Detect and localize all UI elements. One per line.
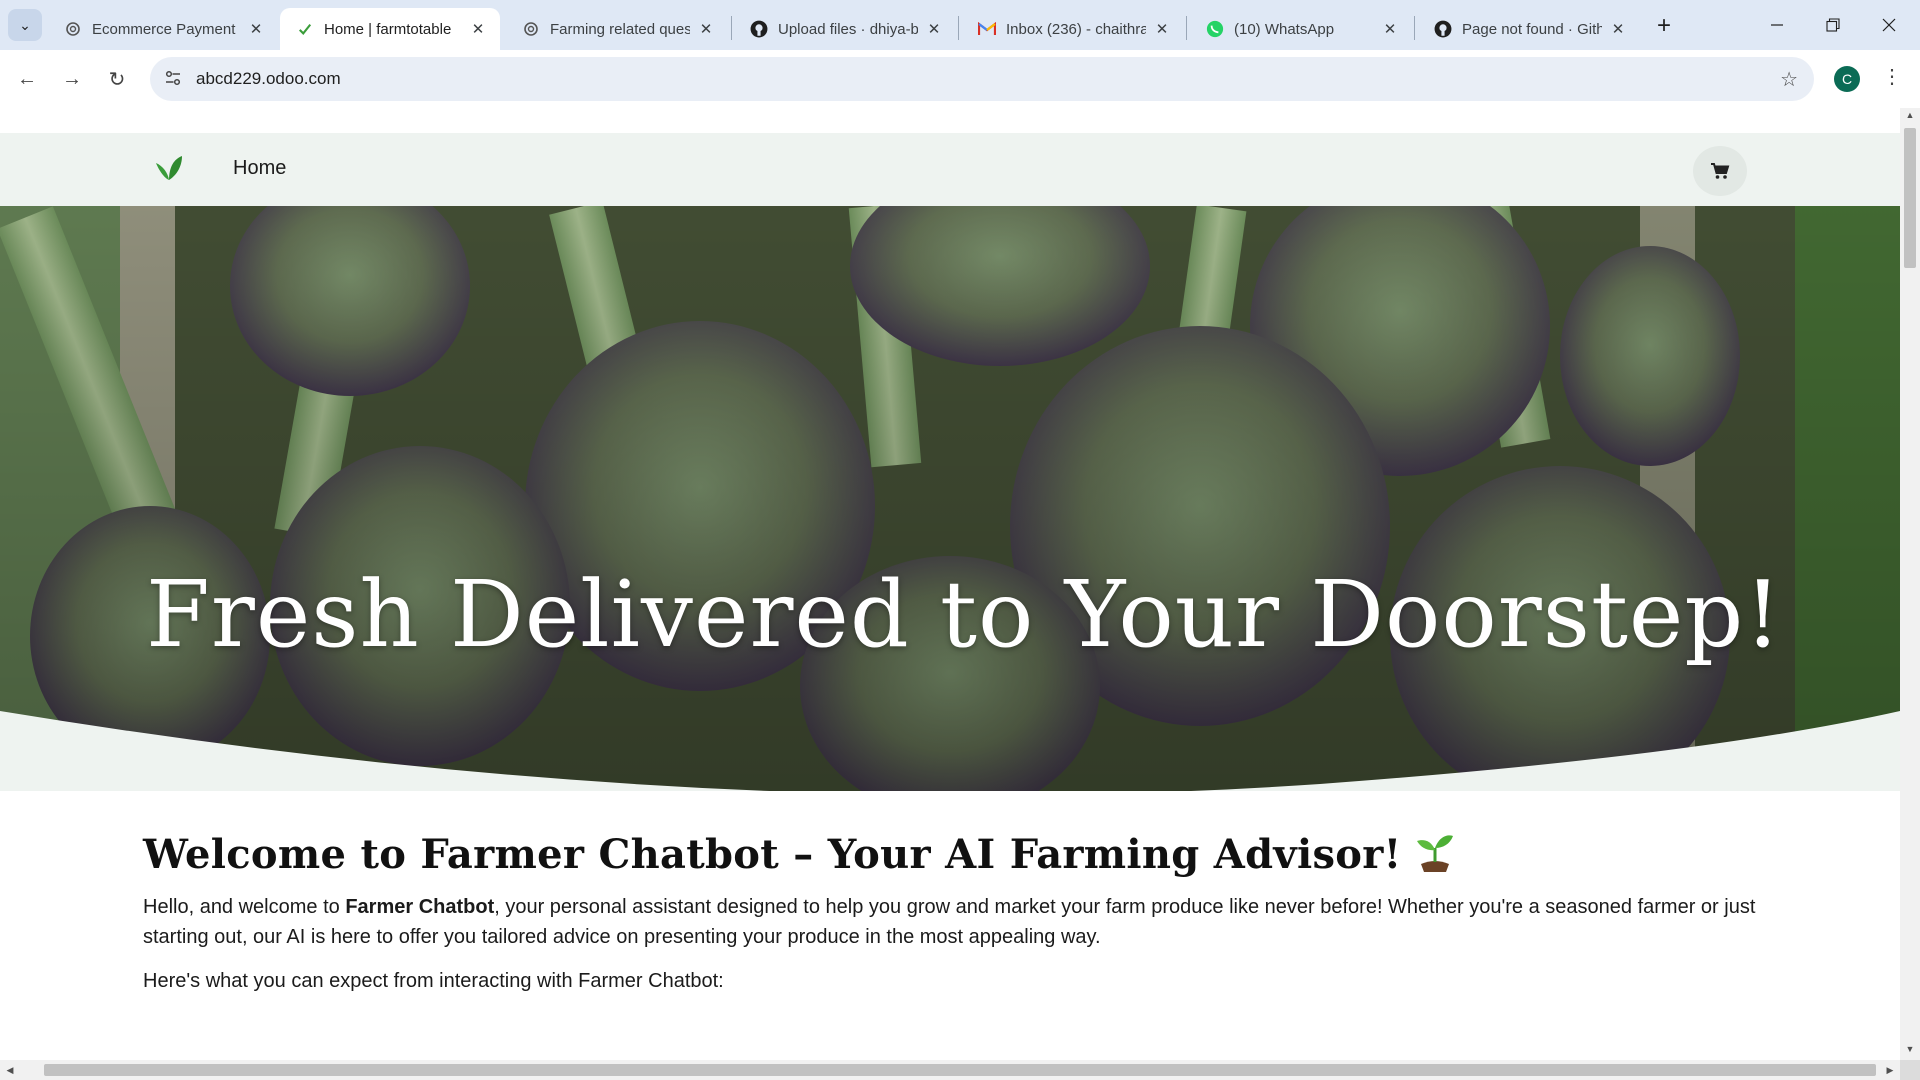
plus-icon: + xyxy=(1656,12,1671,39)
gmail-icon xyxy=(978,20,996,38)
tab-whatsapp[interactable]: (10) WhatsApp ✕ xyxy=(1190,8,1412,50)
tab-title: Inbox (236) - chaithra xyxy=(1006,20,1146,38)
github-icon xyxy=(1434,20,1452,38)
close-icon[interactable]: ✕ xyxy=(1380,19,1400,39)
tab-search-button[interactable]: ⌄ xyxy=(8,9,42,41)
profile-avatar[interactable]: C xyxy=(1834,66,1860,92)
cart-icon xyxy=(1711,163,1730,179)
site-header: Home xyxy=(0,133,1900,206)
scroll-left-arrow-icon[interactable]: ◀ xyxy=(4,1064,16,1076)
tab-title: Ecommerce Payment xyxy=(92,20,236,38)
welcome-section: Welcome to Farmer Chatbot – Your AI Farm… xyxy=(143,830,1763,993)
minimize-icon xyxy=(1771,24,1783,26)
close-icon[interactable]: ✕ xyxy=(468,19,488,39)
welcome-heading: Welcome to Farmer Chatbot – Your AI Farm… xyxy=(143,830,1763,878)
leaf-logo-icon[interactable] xyxy=(152,153,186,183)
intro-prefix: Hello, and welcome to xyxy=(143,896,346,918)
nav-home-link[interactable]: Home xyxy=(233,157,286,180)
vertical-scroll-thumb[interactable] xyxy=(1904,128,1916,268)
close-icon[interactable]: ✕ xyxy=(246,19,266,39)
minimize-button[interactable] xyxy=(1757,8,1797,42)
tab-separator xyxy=(1186,16,1187,40)
chevron-down-icon: ⌄ xyxy=(19,16,31,33)
restore-icon xyxy=(1826,18,1840,32)
tab-separator xyxy=(1414,16,1415,40)
github-icon xyxy=(750,20,768,38)
tab-title: Home | farmtotable xyxy=(324,20,452,38)
horizontal-scroll-thumb[interactable] xyxy=(44,1064,1876,1076)
vertical-scrollbar[interactable]: ▲ ▼ xyxy=(1900,108,1920,1060)
browser-tab-bar: ⌄ Ecommerce Payment ✕ Home | farmtotable… xyxy=(0,0,1920,50)
tab-farming-questions[interactable]: Farming related ques ✕ xyxy=(506,8,728,50)
browser-toolbar: ← → ↻ abcd229.odoo.com ☆ C ⋮ xyxy=(0,50,1920,108)
tab-title: Farming related ques xyxy=(550,20,690,38)
tab-title: Page not found · Gith xyxy=(1462,20,1602,38)
new-tab-button[interactable]: + xyxy=(1650,12,1678,40)
reload-button[interactable]: ↻ xyxy=(102,64,132,94)
hero-title: Fresh Delivered to Your Doorstep! xyxy=(146,561,1783,668)
expect-paragraph: Here's what you can expect from interact… xyxy=(143,970,724,992)
cart-button[interactable] xyxy=(1693,146,1747,196)
tab-separator xyxy=(958,16,959,40)
scroll-right-arrow-icon[interactable]: ▶ xyxy=(1884,1064,1896,1076)
leaf-icon xyxy=(296,20,314,38)
scroll-up-arrow-icon[interactable]: ▲ xyxy=(1904,110,1916,122)
tab-home-farmtotable[interactable]: Home | farmtotable ✕ xyxy=(280,8,500,50)
tab-separator xyxy=(731,16,732,40)
tab-gmail-inbox[interactable]: Inbox (236) - chaithra ✕ xyxy=(962,8,1184,50)
url-text[interactable]: abcd229.odoo.com xyxy=(196,69,341,89)
reload-icon: ↻ xyxy=(108,68,126,91)
tab-upload-files[interactable]: Upload files · dhiya-b ✕ xyxy=(734,8,956,50)
intro-paragraph: Hello, and welcome to Farmer Chatbot, yo… xyxy=(143,892,1763,952)
restore-button[interactable] xyxy=(1813,8,1853,42)
arrow-right-icon: → xyxy=(62,67,82,90)
close-icon[interactable]: ✕ xyxy=(924,19,944,39)
close-icon[interactable]: ✕ xyxy=(1152,19,1172,39)
close-window-button[interactable] xyxy=(1869,8,1909,42)
browser-menu-icon[interactable]: ⋮ xyxy=(1882,64,1902,89)
page-viewport: Home Fresh Delivered to Your Doorstep! W… xyxy=(0,108,1900,1060)
bookmark-star-icon[interactable]: ☆ xyxy=(1780,67,1798,92)
tab-title: (10) WhatsApp xyxy=(1234,20,1335,38)
openai-icon xyxy=(64,20,82,38)
sprout-icon xyxy=(1413,830,1457,874)
close-icon xyxy=(1882,18,1896,32)
address-bar[interactable]: abcd229.odoo.com ☆ xyxy=(150,57,1814,101)
hero-banner: Fresh Delivered to Your Doorstep! xyxy=(0,206,1900,791)
back-button[interactable]: ← xyxy=(12,64,42,94)
intro-bold: Farmer Chatbot xyxy=(345,896,495,918)
welcome-heading-text: Welcome to Farmer Chatbot – Your AI Farm… xyxy=(143,831,1402,878)
close-icon[interactable]: ✕ xyxy=(696,19,716,39)
tab-ecommerce-payment[interactable]: Ecommerce Payment ✕ xyxy=(48,8,278,50)
openai-icon xyxy=(522,20,540,38)
site-info-icon[interactable] xyxy=(164,69,182,92)
whatsapp-icon xyxy=(1206,20,1224,38)
tab-title: Upload files · dhiya-b xyxy=(778,20,918,38)
scrollbar-corner xyxy=(1900,1060,1920,1080)
artichoke-hero-image xyxy=(0,206,1900,791)
scroll-down-arrow-icon[interactable]: ▼ xyxy=(1904,1044,1916,1056)
tab-page-not-found[interactable]: Page not found · Gith ✕ xyxy=(1418,8,1640,50)
arrow-left-icon: ← xyxy=(17,67,37,90)
close-icon[interactable]: ✕ xyxy=(1608,19,1628,39)
horizontal-scrollbar[interactable]: ◀ ▶ xyxy=(0,1060,1900,1080)
forward-button[interactable]: → xyxy=(57,64,87,94)
